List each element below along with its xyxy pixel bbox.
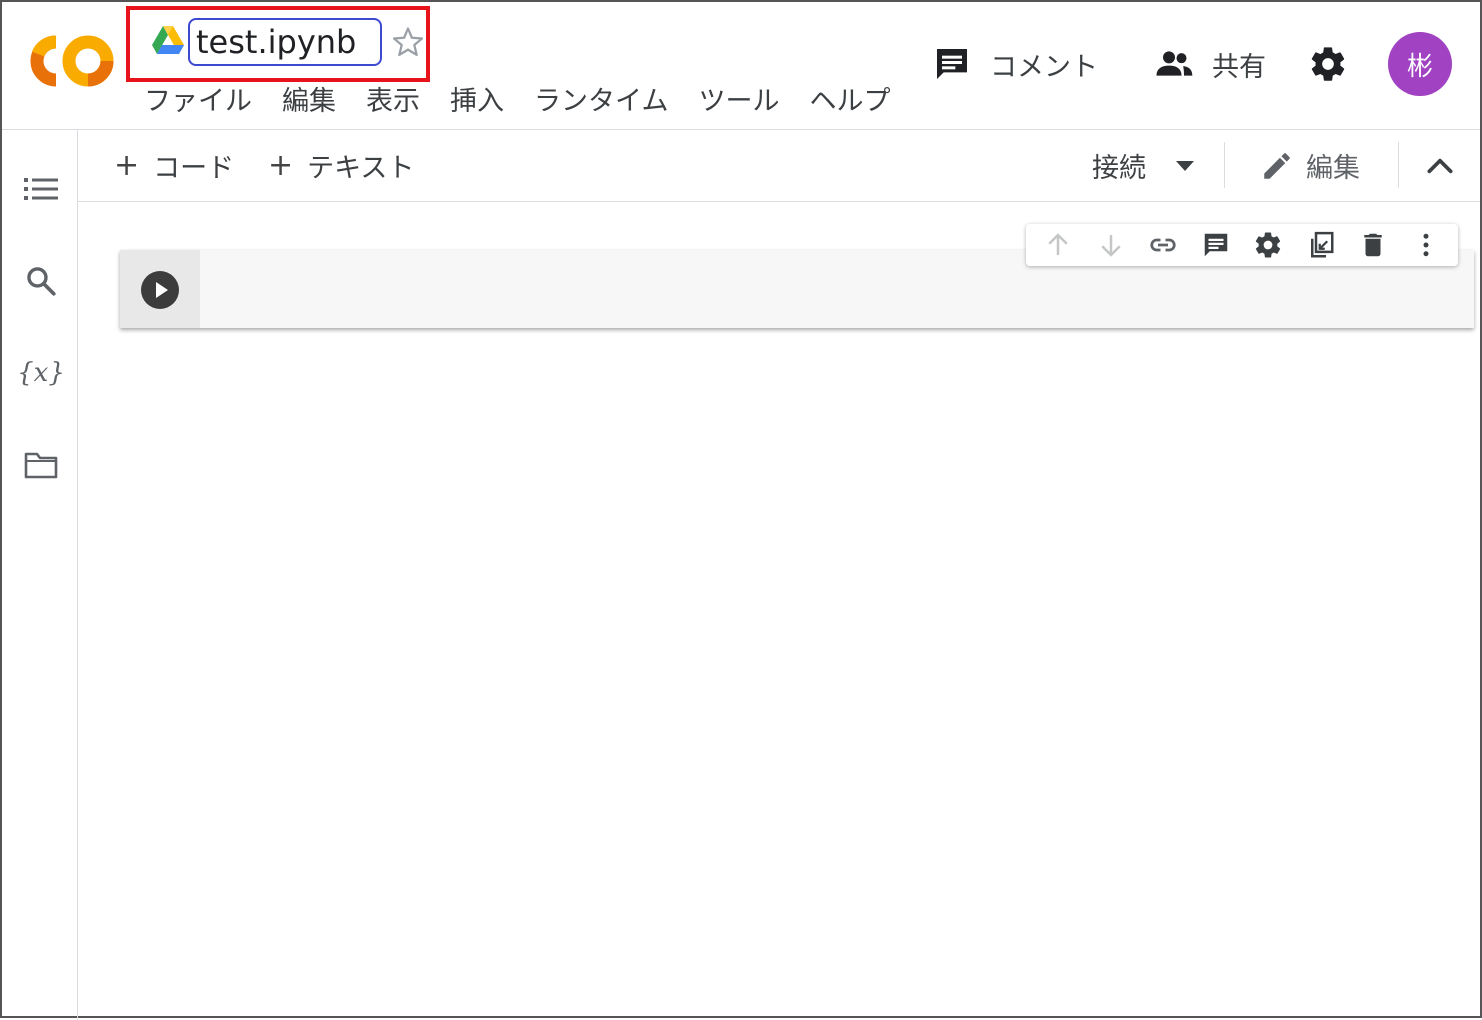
menu-tools[interactable]: ツール xyxy=(698,84,809,120)
menu-file[interactable]: ファイル xyxy=(144,84,282,120)
more-actions-button[interactable] xyxy=(1410,229,1442,261)
cell-toolbar xyxy=(1026,224,1458,266)
chevron-up-icon[interactable] xyxy=(1424,150,1456,182)
comment-icon xyxy=(1204,233,1227,257)
pencil-icon xyxy=(1264,152,1290,179)
list-icon xyxy=(24,178,58,200)
menu-runtime[interactable]: ランタイム xyxy=(534,84,698,120)
sidebar: {x} xyxy=(2,130,78,1020)
edit-button[interactable]: 編集 xyxy=(1260,146,1360,185)
link-icon xyxy=(1150,238,1176,252)
star-icon[interactable] xyxy=(390,24,426,60)
arrow-up-icon xyxy=(1048,233,1068,255)
menu-insert[interactable]: 挿入 xyxy=(450,84,534,120)
mirror-cell-button[interactable] xyxy=(1305,229,1337,261)
move-cell-up-button[interactable] xyxy=(1042,229,1074,261)
table-of-contents-button[interactable] xyxy=(22,170,60,208)
comment-button[interactable]: コメント xyxy=(932,44,1098,84)
connect-button[interactable]: 接続 xyxy=(1092,146,1196,185)
files-button[interactable] xyxy=(22,446,60,484)
move-cell-down-button[interactable] xyxy=(1095,229,1127,261)
add-text-label: テキスト xyxy=(307,153,415,184)
avatar[interactable]: 彬 xyxy=(1388,32,1452,96)
menu-view[interactable]: 表示 xyxy=(366,84,450,120)
arrow-down-icon xyxy=(1101,235,1121,257)
mirror-cell-icon xyxy=(1310,231,1334,258)
gear-icon xyxy=(1311,47,1345,81)
share-button[interactable]: 共有 xyxy=(1154,44,1266,84)
plus-icon: + xyxy=(114,148,140,183)
menu-bar: ファイル 編集 表示 挿入 ランタイム ツール ヘルプ xyxy=(144,84,920,120)
variables-icon[interactable]: {x} xyxy=(17,354,65,392)
people-icon xyxy=(1156,51,1193,76)
add-comment-button[interactable] xyxy=(1200,229,1232,261)
settings-button[interactable] xyxy=(1308,44,1348,84)
add-code-label: コード xyxy=(153,153,235,184)
comment-icon xyxy=(937,49,967,79)
toolbar-divider xyxy=(1224,142,1225,188)
folder-icon xyxy=(24,452,58,479)
colab-window: ファイル 編集 表示 挿入 ランタイム ツール ヘルプ コメント xyxy=(0,0,1482,1020)
trash-icon xyxy=(1364,233,1382,257)
menu-help[interactable]: ヘルプ xyxy=(809,84,920,120)
menu-edit[interactable]: 編集 xyxy=(282,84,366,120)
search-button[interactable] xyxy=(22,262,60,300)
share-label: 共有 xyxy=(1212,51,1266,83)
add-text-button[interactable]: + テキスト xyxy=(268,146,414,185)
plus-icon: + xyxy=(268,148,294,183)
delete-cell-button[interactable] xyxy=(1357,229,1389,261)
search-icon xyxy=(27,267,56,296)
more-vert-icon xyxy=(1423,233,1429,257)
header-actions: コメント 共有 彬 xyxy=(932,32,1452,96)
gear-icon xyxy=(1256,232,1281,258)
notebook-toolbar: + コード + テキスト 接続 編集 xyxy=(78,130,1480,202)
colab-logo-icon[interactable] xyxy=(26,32,114,90)
edit-label: 編集 xyxy=(1306,153,1360,184)
add-code-button[interactable]: + コード xyxy=(114,146,234,185)
comment-label: コメント xyxy=(990,51,1098,83)
caret-down-icon xyxy=(1176,160,1194,171)
toolbar-divider xyxy=(1398,142,1399,188)
run-cell-icon[interactable] xyxy=(140,270,180,310)
cell-settings-button[interactable] xyxy=(1252,229,1284,261)
notebook-title-input[interactable] xyxy=(188,18,382,66)
google-drive-icon xyxy=(152,26,184,54)
header: ファイル 編集 表示 挿入 ランタイム ツール ヘルプ コメント xyxy=(2,2,1480,130)
avatar-initial: 彬 xyxy=(1406,51,1433,82)
link-to-cell-button[interactable] xyxy=(1147,229,1179,261)
connect-label: 接続 xyxy=(1092,153,1146,184)
